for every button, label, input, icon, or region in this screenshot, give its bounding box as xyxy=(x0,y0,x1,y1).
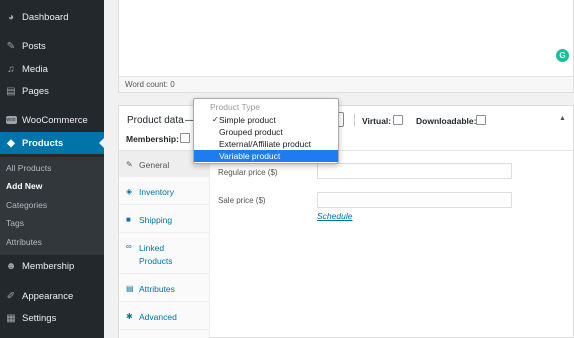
grammarly-icon[interactable]: G xyxy=(556,49,569,62)
link-icon: ∞ xyxy=(126,242,132,251)
collapse-arrow-icon[interactable]: ▲ xyxy=(559,115,566,122)
settings-icon: ▦ xyxy=(6,312,16,324)
sidebar-item-pages[interactable]: ▤ Pages xyxy=(0,80,104,102)
sidebar-item-appearance[interactable]: ✐ Appearance xyxy=(0,285,104,307)
product-data-tabs: ✎ General ◈ Inventory ■ Shipping ∞ Linked… xyxy=(119,151,210,338)
sidebar-item-label: WooCommerce xyxy=(22,114,88,126)
sidebar-item-woocommerce[interactable]: woo WooCommerce xyxy=(0,109,104,131)
option-variable-product[interactable]: Variable product xyxy=(194,150,338,162)
sidebar-item-settings[interactable]: ▦ Settings xyxy=(0,307,104,329)
option-grouped-product[interactable]: Grouped product xyxy=(194,126,338,138)
active-indicator xyxy=(99,138,104,148)
sidebar-item-label: Membership xyxy=(22,260,75,272)
membership-icon: ☻ xyxy=(5,260,17,272)
tab-label: Linked Products xyxy=(139,243,173,266)
virtual-label: Virtual: xyxy=(362,116,392,126)
tab-label: Inventory xyxy=(139,187,174,197)
truck-icon: ■ xyxy=(126,215,131,224)
inventory-icon: ◈ xyxy=(126,187,133,196)
gear-icon: ✱ xyxy=(126,312,133,321)
downloadable-label: Downloadable: xyxy=(416,116,477,126)
word-count: Word count: 0 xyxy=(119,76,573,92)
tab-attributes[interactable]: ▤ Attributes xyxy=(119,275,210,302)
sidebar-item-label: Products xyxy=(22,137,64,149)
option-simple-product[interactable]: Simple product xyxy=(194,114,338,126)
submenu-item-all-products[interactable]: All Products xyxy=(6,163,51,173)
membership-label: Membership: xyxy=(126,134,179,144)
appearance-icon: ✐ xyxy=(6,290,16,302)
schedule-link[interactable]: Schedule xyxy=(317,211,352,221)
sidebar-item-media[interactable]: ♫ Media xyxy=(0,58,104,80)
editor-textarea[interactable] xyxy=(119,0,573,76)
tab-label: Attributes xyxy=(139,284,175,294)
divider xyxy=(354,114,355,126)
sidebar-item-label: Appearance xyxy=(22,290,74,302)
sidebar-item-products[interactable]: ◆ Products xyxy=(0,132,104,154)
sale-price-label: Sale price ($) xyxy=(218,196,266,205)
product-data-panel: Product data — Virtual: Downloadable: Me… xyxy=(118,105,574,338)
admin-sidebar: ◕ Dashboard ✎ Posts ♫ Media ▤ Pages woo … xyxy=(0,0,104,338)
dashboard-icon: ◕ xyxy=(7,11,15,23)
tab-label: Advanced xyxy=(139,312,177,322)
tab-label: General xyxy=(139,160,170,170)
sidebar-item-label: Pages xyxy=(22,85,49,97)
option-external-affiliate-product[interactable]: External/Affiliate product xyxy=(194,138,338,150)
product-type-dropdown: Product Type ✓ Simple product Grouped pr… xyxy=(193,98,339,164)
products-submenu: All Products Add New Categories Tags Att… xyxy=(0,157,104,255)
product-data-header: Product data — Virtual: Downloadable: Me… xyxy=(119,106,573,151)
submenu-item-tags[interactable]: Tags xyxy=(6,218,24,228)
tab-advanced[interactable]: ✱ Advanced xyxy=(119,303,210,330)
submenu-item-add-new[interactable]: Add New xyxy=(6,181,42,191)
tab-linked-products[interactable]: ∞ Linked Products xyxy=(119,234,210,274)
product-data-title: Product data xyxy=(127,115,184,126)
sidebar-item-dashboard[interactable]: ◕ Dashboard xyxy=(0,6,104,28)
dropdown-group-label: Product Type xyxy=(210,102,260,112)
content-editor: G Word count: 0 xyxy=(118,0,574,93)
regular-price-input[interactable] xyxy=(317,163,512,179)
submenu-item-categories[interactable]: Categories xyxy=(6,200,47,210)
pin-icon: ✎ xyxy=(6,40,16,52)
downloadable-checkbox[interactable] xyxy=(476,115,486,125)
submenu-item-attributes[interactable]: Attributes xyxy=(6,237,42,247)
regular-price-label: Regular price ($) xyxy=(218,168,278,177)
sale-price-input[interactable] xyxy=(317,192,512,208)
products-icon: ◆ xyxy=(7,137,15,149)
media-icon: ♫ xyxy=(7,63,15,75)
sidebar-item-posts[interactable]: ✎ Posts xyxy=(0,35,104,57)
attributes-icon: ▤ xyxy=(126,284,134,293)
sidebar-item-label: Settings xyxy=(22,312,57,324)
virtual-checkbox[interactable] xyxy=(393,115,403,125)
sidebar-item-membership[interactable]: ☻ Membership xyxy=(0,255,104,277)
pages-icon: ▤ xyxy=(6,85,16,97)
sidebar-item-label: Posts xyxy=(22,40,46,52)
wrench-icon: ✎ xyxy=(126,160,133,169)
woo-icon: woo xyxy=(5,116,17,124)
sidebar-item-label: Dashboard xyxy=(22,11,69,23)
tab-shipping[interactable]: ■ Shipping xyxy=(119,206,210,233)
membership-checkbox[interactable] xyxy=(180,133,190,143)
sidebar-item-label: Media xyxy=(22,63,48,75)
tab-label: Shipping xyxy=(139,215,173,225)
tab-inventory[interactable]: ◈ Inventory xyxy=(119,178,210,205)
